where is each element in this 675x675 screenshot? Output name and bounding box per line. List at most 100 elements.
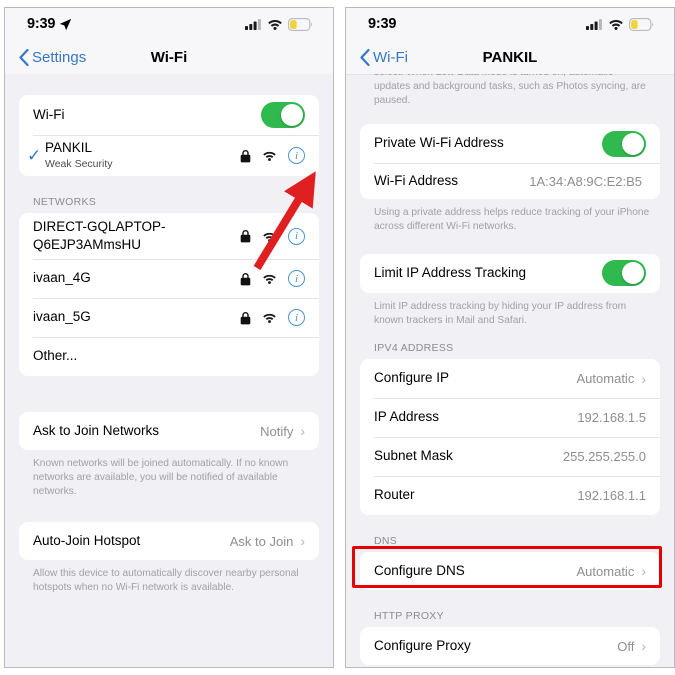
wifi-toggle-row[interactable]: Wi-Fi bbox=[19, 95, 319, 135]
subnet-mask-label: Subnet Mask bbox=[374, 448, 453, 464]
back-to-wifi-button[interactable]: Wi-Fi bbox=[360, 48, 408, 66]
ipv4-address-card: Configure IP Automatic › IP Address 192.… bbox=[360, 359, 660, 516]
network-row-direct[interactable]: DIRECT-GQLAPTOP-Q6EJP3AMmsHU i bbox=[19, 213, 319, 259]
http-proxy-section-header: HTTP PROXY bbox=[374, 610, 444, 623]
dns-section-header: DNS bbox=[374, 535, 398, 548]
wifi-mac-address-row: Wi-Fi Address 1A:34:A8:9C:E2:B5 bbox=[360, 163, 660, 199]
left-status-bar: 9:39 bbox=[5, 8, 333, 40]
auto-join-hotspot-footnote: Allow this device to automatically disco… bbox=[33, 568, 299, 594]
toggle-knob bbox=[622, 132, 644, 155]
dns-card: Configure DNS Automatic › bbox=[360, 552, 660, 591]
configure-proxy-label: Configure Proxy bbox=[374, 637, 471, 653]
available-networks-card: DIRECT-GQLAPTOP-Q6EJP3AMmsHU i ivaan_4G … bbox=[19, 213, 319, 376]
auto-join-hotspot-card: Auto-Join Hotspot Ask to Join › bbox=[19, 522, 319, 561]
cellular-bars-icon bbox=[245, 19, 261, 30]
limit-ip-tracking-card: Limit IP Address Tracking bbox=[360, 253, 660, 293]
chevron-right-icon: › bbox=[641, 563, 646, 580]
networks-section-header: NETWORKS bbox=[33, 196, 97, 208]
subnet-mask-row: Subnet Mask 255.255.255.0 bbox=[360, 437, 660, 476]
left-status-time-group: 9:39 bbox=[27, 16, 72, 32]
status-time-text: 9:39 bbox=[368, 16, 397, 32]
configure-proxy-row[interactable]: Configure Proxy Off › bbox=[360, 627, 660, 665]
wifi-toggle-label: Wi-Fi bbox=[33, 106, 65, 122]
info-circle-icon-pankil[interactable]: i bbox=[288, 147, 305, 164]
network-icons-direct: i bbox=[240, 227, 305, 245]
left-scroll-content[interactable]: Wi-Fi ✓ PANKIL Weak Security i NETWORKS … bbox=[5, 74, 333, 667]
comparison-screenshot-stage: 9:39 Settings Wi-Fi Wi-Fi ✓ PANKIL Weak … bbox=[0, 0, 675, 675]
limit-ip-tracking-row[interactable]: Limit IP Address Tracking bbox=[360, 254, 660, 293]
subnet-mask-value: 255.255.255.0 bbox=[562, 449, 646, 465]
ip-address-label: IP Address bbox=[374, 409, 440, 425]
info-circle-icon-direct[interactable]: i bbox=[288, 227, 305, 245]
http-proxy-card: Configure Proxy Off › bbox=[360, 627, 660, 666]
network-name-ivaan4g: ivaan_4G bbox=[33, 270, 91, 286]
lock-icon bbox=[240, 272, 251, 285]
chevron-right-icon: › bbox=[300, 423, 305, 439]
back-button-label: Wi-Fi bbox=[373, 48, 408, 66]
network-row-ivaan4g[interactable]: ivaan_4G i bbox=[19, 259, 319, 298]
limit-ip-tracking-footnote: Limit IP address tracking by hiding your… bbox=[374, 300, 627, 326]
connected-network-row-pankil[interactable]: ✓ PANKIL Weak Security i bbox=[19, 135, 319, 176]
wifi-icon bbox=[609, 20, 623, 30]
ask-to-join-footnote: Known networks will be joined automatica… bbox=[33, 458, 289, 497]
battery-low-power-icon bbox=[288, 17, 312, 31]
right-phone-screen-network-details: 9:39 Wi-Fi PANKIL updates and background… bbox=[345, 7, 675, 668]
low-data-mode-footnote-cutoff: select. When Low Data Mode is turned on,… bbox=[374, 74, 646, 106]
wifi-status-card: Wi-Fi ✓ PANKIL Weak Security i bbox=[19, 95, 319, 176]
configure-ip-row[interactable]: Configure IP Automatic › bbox=[360, 359, 660, 398]
lock-icon bbox=[240, 149, 251, 162]
status-time-text: 9:39 bbox=[27, 16, 56, 32]
right-status-icons bbox=[586, 17, 654, 31]
router-value: 192.168.1.1 bbox=[577, 488, 646, 504]
private-wifi-address-toggle[interactable] bbox=[602, 130, 646, 157]
connected-network-text: PANKIL Weak Security bbox=[45, 140, 240, 171]
wifi-toggle-switch[interactable] bbox=[261, 102, 305, 128]
wifi-icon bbox=[268, 20, 282, 30]
chevron-left-icon bbox=[360, 48, 370, 66]
configure-dns-label: Configure DNS bbox=[374, 562, 465, 578]
left-nav-bar: Settings Wi-Fi bbox=[5, 40, 333, 74]
toggle-knob bbox=[281, 104, 303, 126]
auto-join-hotspot-value: Ask to Join bbox=[229, 533, 294, 549]
ask-to-join-card: Ask to Join Networks Notify › bbox=[19, 412, 319, 450]
lock-icon bbox=[240, 230, 251, 243]
network-row-other[interactable]: Other... bbox=[19, 337, 319, 376]
connected-network-name: PANKIL bbox=[45, 140, 93, 155]
battery-low-power-icon bbox=[629, 17, 653, 31]
connected-network-subtitle: Weak Security bbox=[45, 157, 113, 170]
toggle-knob bbox=[622, 262, 644, 285]
private-wifi-address-row[interactable]: Private Wi-Fi Address bbox=[360, 124, 660, 163]
info-circle-icon-ivaan5g[interactable]: i bbox=[288, 309, 305, 326]
network-name-ivaan5g: ivaan_5G bbox=[33, 309, 91, 325]
wifi-address-value: 1A:34:A8:9C:E2:B5 bbox=[529, 173, 642, 189]
back-button-label: Settings bbox=[32, 48, 87, 66]
auto-join-hotspot-label: Auto-Join Hotspot bbox=[33, 532, 141, 548]
auto-join-hotspot-row[interactable]: Auto-Join Hotspot Ask to Join › bbox=[19, 522, 319, 560]
network-icons-ivaan5g: i bbox=[240, 309, 305, 326]
network-row-ivaan5g[interactable]: ivaan_5G i bbox=[19, 298, 319, 337]
back-to-settings-button[interactable]: Settings bbox=[19, 48, 87, 66]
wifi-signal-icon bbox=[263, 232, 276, 242]
left-phone-screen-wifi-list: 9:39 Settings Wi-Fi Wi-Fi ✓ PANKIL Weak … bbox=[4, 7, 334, 668]
wifi-address-label: Wi-Fi Address bbox=[374, 172, 459, 188]
chevron-left-icon bbox=[19, 48, 29, 66]
configure-dns-row[interactable]: Configure DNS Automatic › bbox=[360, 552, 660, 590]
ask-to-join-row[interactable]: Ask to Join Networks Notify › bbox=[19, 412, 319, 450]
lock-icon bbox=[240, 311, 251, 324]
info-circle-icon-ivaan4g[interactable]: i bbox=[288, 270, 305, 287]
right-scroll-content[interactable]: select. When Low Data Mode is turned on,… bbox=[346, 74, 674, 667]
configure-proxy-value: Off bbox=[617, 638, 635, 654]
configure-ip-value: Automatic bbox=[576, 371, 635, 387]
chevron-right-icon: › bbox=[300, 533, 305, 550]
left-status-icons bbox=[245, 17, 313, 31]
ask-to-join-value: Notify bbox=[260, 423, 294, 439]
wifi-signal-icon bbox=[263, 151, 276, 161]
checkmark-icon: ✓ bbox=[27, 146, 42, 165]
cellular-bars-icon bbox=[586, 19, 602, 30]
limit-ip-tracking-toggle[interactable] bbox=[602, 260, 646, 287]
wifi-signal-icon bbox=[263, 274, 276, 284]
ip-address-row: IP Address 192.168.1.5 bbox=[360, 398, 660, 437]
private-address-footnote: Using a private address helps reduce tra… bbox=[374, 207, 650, 233]
chevron-right-icon: › bbox=[641, 638, 646, 655]
router-row: Router 192.168.1.1 bbox=[360, 476, 660, 515]
